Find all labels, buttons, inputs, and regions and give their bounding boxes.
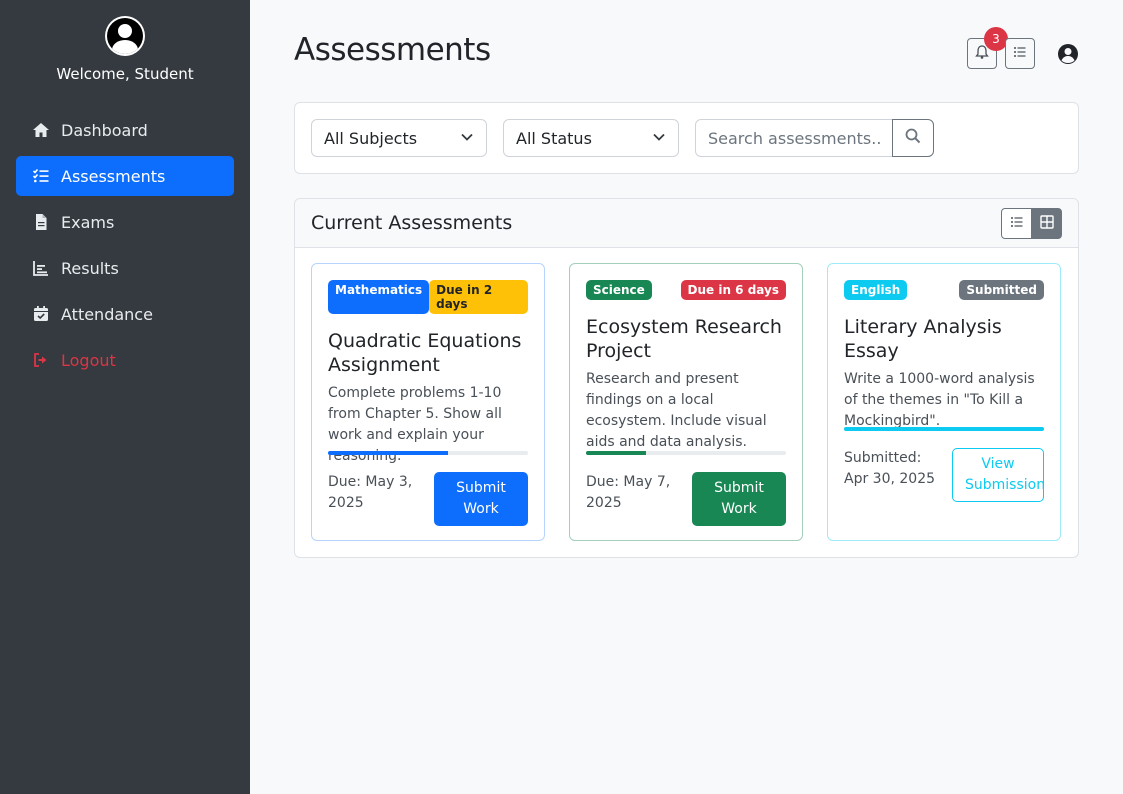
view-submission-button[interactable]: View Submission — [952, 448, 1045, 502]
submit-work-button[interactable]: Submit Work — [434, 472, 528, 526]
chevron-down-icon — [460, 129, 474, 148]
sidebar-item-exams[interactable]: Exams — [16, 202, 234, 242]
sidebar-item-label: Dashboard — [61, 120, 148, 140]
assessment-card: Mathematics Due in 2 days Quadratic Equa… — [311, 263, 545, 541]
assessments-panel: Current Assessments Mathematics Due in 2… — [294, 198, 1079, 558]
notifications-button[interactable]: 3 — [967, 27, 1008, 69]
sidebar-item-label: Logout — [61, 350, 116, 370]
avatar — [105, 16, 145, 56]
subject-filter-select[interactable]: All Subjects — [311, 119, 487, 157]
home-icon — [32, 121, 50, 139]
search-input[interactable] — [695, 119, 893, 157]
subject-badge: English — [844, 280, 908, 300]
sidebar-item-assessments[interactable]: Assessments — [16, 156, 234, 196]
sidebar-item-label: Results — [61, 258, 119, 278]
main-content: Assessments 3 All Subjects All Status Se… — [250, 0, 1123, 794]
subject-filter-value: All Subjects — [324, 128, 418, 148]
card-description: Write a 1000-word analysis of the themes… — [844, 371, 1035, 429]
tasks-icon — [32, 167, 50, 185]
sidebar-item-label: Attendance — [61, 304, 153, 324]
list-view-button[interactable] — [1001, 207, 1032, 239]
page-title: Assessments — [294, 32, 491, 68]
status-badge: Due in 2 days — [429, 280, 528, 314]
submitted-date: Submitted: Apr 30, 2025 — [844, 450, 936, 487]
filter-bar: All Subjects All Status — [294, 102, 1079, 174]
progress-bar — [844, 427, 1044, 431]
status-badge: Submitted — [959, 280, 1044, 300]
calendar-check-icon — [32, 305, 50, 323]
sidebar-item-results[interactable]: Results — [16, 248, 234, 288]
menu-list-button[interactable] — [1005, 38, 1035, 69]
sidebar-item-logout[interactable]: Logout — [16, 340, 234, 380]
subject-badge: Science — [586, 280, 652, 300]
card-title: Ecosystem Research Project — [586, 316, 782, 362]
search-button[interactable] — [892, 119, 934, 157]
grid-icon — [1039, 214, 1054, 233]
sidebar: Welcome, Student Dashboard Assessments E… — [0, 0, 250, 794]
view-toggle — [1001, 207, 1062, 239]
card-title: Quadratic Equations Assignment — [328, 330, 522, 376]
assessment-card: English Submitted Literary Analysis Essa… — [827, 263, 1061, 541]
subject-badge: Mathematics — [328, 280, 430, 314]
status-filter-select[interactable]: All Status — [503, 119, 679, 157]
search-group — [695, 119, 935, 157]
due-date: Due: May 7, 2025 — [586, 474, 671, 511]
topbar-actions: 3 — [959, 27, 1079, 69]
due-date: Due: May 3, 2025 — [328, 474, 413, 511]
list-icon — [1010, 214, 1024, 233]
status-badge: Due in 6 days — [680, 280, 786, 300]
progress-fill — [844, 427, 1044, 431]
assessment-cards: Mathematics Due in 2 days Quadratic Equa… — [311, 263, 1061, 541]
sidebar-item-label: Assessments — [61, 166, 166, 186]
welcome-text: Welcome, Student — [56, 65, 194, 83]
status-filter-value: All Status — [516, 128, 592, 148]
file-icon — [32, 213, 50, 231]
panel-title: Current Assessments — [311, 212, 513, 234]
assessment-card: Science Due in 6 days Ecosystem Research… — [569, 263, 803, 541]
sign-out-icon — [32, 351, 50, 369]
progress-fill — [328, 451, 448, 455]
panel-header: Current Assessments — [295, 199, 1078, 248]
sidebar-item-label: Exams — [61, 212, 115, 232]
profile: Welcome, Student — [0, 0, 250, 83]
chevron-down-icon — [652, 129, 666, 148]
progress-bar — [586, 451, 786, 455]
progress-fill — [586, 451, 646, 455]
list-icon — [1012, 44, 1028, 64]
card-title: Literary Analysis Essay — [844, 316, 1002, 362]
sidebar-item-attendance[interactable]: Attendance — [16, 294, 234, 334]
chart-icon — [32, 259, 50, 277]
sidebar-nav: Dashboard Assessments Exams Results Atte… — [0, 110, 250, 380]
search-icon — [905, 128, 921, 148]
submit-work-button[interactable]: Submit Work — [692, 472, 786, 526]
progress-bar — [328, 451, 528, 455]
sidebar-item-dashboard[interactable]: Dashboard — [16, 110, 234, 150]
card-description: Research and present findings on a local… — [586, 371, 767, 450]
user-circle-icon[interactable] — [1057, 43, 1079, 65]
grid-view-button[interactable] — [1031, 207, 1062, 239]
